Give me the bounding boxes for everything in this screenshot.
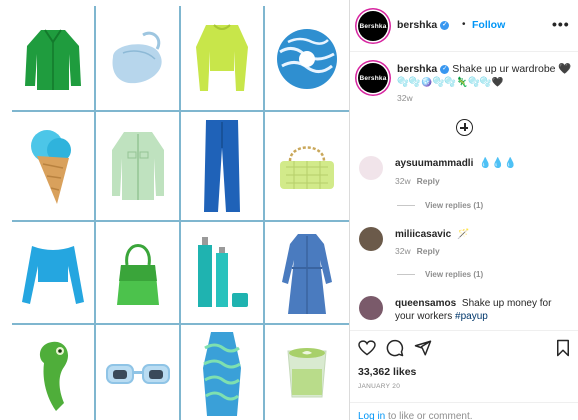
- send-icon[interactable]: [414, 339, 432, 357]
- comment-avatar[interactable]: [359, 156, 383, 180]
- heart-icon[interactable]: [358, 340, 376, 356]
- bookmark-icon[interactable]: [556, 339, 570, 357]
- blue-denim-dress-image: [265, 222, 349, 323]
- caption-username[interactable]: bershka: [397, 63, 437, 75]
- comment-text: 🪄: [456, 229, 470, 240]
- comment-avatar[interactable]: [359, 296, 383, 320]
- replies-divider: [397, 205, 415, 207]
- post-actions: 33,362 likes JANUARY 20 Log in to like o…: [350, 330, 578, 420]
- green-chameleon-image: [12, 325, 94, 420]
- reply-button[interactable]: Reply: [417, 246, 440, 256]
- avatar-text: Bershka: [359, 22, 387, 30]
- mint-jacket-image: [96, 112, 179, 220]
- follow-button[interactable]: Follow: [472, 19, 505, 31]
- view-replies-button[interactable]: View replies (1): [397, 270, 483, 279]
- avatar[interactable]: Bershka: [358, 11, 388, 41]
- caption-avatar[interactable]: Bershka: [358, 63, 388, 93]
- header-separator: •: [462, 19, 466, 30]
- blue-sunglasses-image: [96, 325, 179, 420]
- comment-meta: 32w Reply: [395, 176, 440, 186]
- green-shoulder-bag-image: [96, 222, 179, 323]
- blue-swirl-donut-image: [265, 8, 349, 110]
- post-side-panel: Bershka bershka ✓ • Follow ••• Bershka be…: [349, 0, 578, 420]
- caption-avatar-text: Bershka: [359, 74, 387, 82]
- login-prompt-rest: to like or comment.: [385, 411, 473, 420]
- caption-emoji-line: 🫧🫧🪩🫧🫧🦎🫧🫧🖤: [397, 77, 504, 88]
- verified-badge-icon: ✓: [440, 64, 450, 74]
- comment-age: 32w: [395, 246, 411, 256]
- comment-2: miliicasavic 🪄: [395, 229, 469, 240]
- ice-cream-cone-image: [12, 112, 94, 220]
- lime-bag-image: [265, 112, 349, 220]
- replies-divider: [397, 274, 415, 276]
- reply-button[interactable]: Reply: [417, 176, 440, 186]
- comment-username[interactable]: queensamos: [395, 298, 456, 309]
- divider: [350, 402, 578, 403]
- view-replies-label: View replies (1): [425, 270, 484, 279]
- verified-badge-icon: ✓: [440, 20, 450, 30]
- green-jacket-image: [12, 8, 94, 110]
- caption-age: 32w: [397, 93, 413, 103]
- view-replies-button[interactable]: View replies (1): [397, 201, 483, 210]
- comment-1: aysuumammadli 💧💧💧: [395, 158, 517, 169]
- caption: bershka ✓ Shake up ur wardrobe 🖤: [397, 62, 573, 76]
- wavy-print-dress-image: [181, 325, 263, 420]
- lime-crop-top-image: [181, 8, 263, 110]
- matcha-latte-image: [265, 325, 349, 420]
- more-options-icon[interactable]: •••: [552, 16, 570, 32]
- post-image[interactable]: [0, 0, 349, 420]
- comment-icon[interactable]: [386, 339, 404, 357]
- blue-bag-image: [96, 8, 179, 110]
- header-username[interactable]: bershka ✓: [397, 19, 450, 31]
- login-link[interactable]: Log in: [358, 411, 385, 420]
- comment-avatar[interactable]: [359, 227, 383, 251]
- teal-perfume-bottles-image: [181, 222, 263, 323]
- caption-text: Shake up ur wardrobe 🖤: [452, 63, 572, 75]
- login-prompt: Log in to like or comment.: [358, 411, 473, 420]
- comment-meta: 32w Reply: [395, 246, 440, 256]
- likes-count[interactable]: 33,362 likes: [358, 366, 416, 378]
- blue-jeans-image: [181, 112, 263, 220]
- plus-circle-icon[interactable]: [456, 119, 473, 136]
- comment-username[interactable]: aysuumammadli: [395, 158, 473, 169]
- view-replies-label: View replies (1): [425, 201, 484, 210]
- comment-age: 32w: [395, 176, 411, 186]
- hashtag-link[interactable]: #payup: [455, 311, 488, 322]
- post-date: JANUARY 20: [358, 383, 401, 390]
- header-username-text: bershka: [397, 19, 438, 31]
- comment-3: queensamos Shake up money for your worke…: [395, 297, 573, 323]
- comment-text: 💧💧💧: [479, 158, 517, 169]
- blue-long-sleeve-top-image: [12, 222, 94, 323]
- post-header: Bershka bershka ✓ • Follow •••: [350, 0, 578, 52]
- comment-username[interactable]: miliicasavic: [395, 229, 451, 240]
